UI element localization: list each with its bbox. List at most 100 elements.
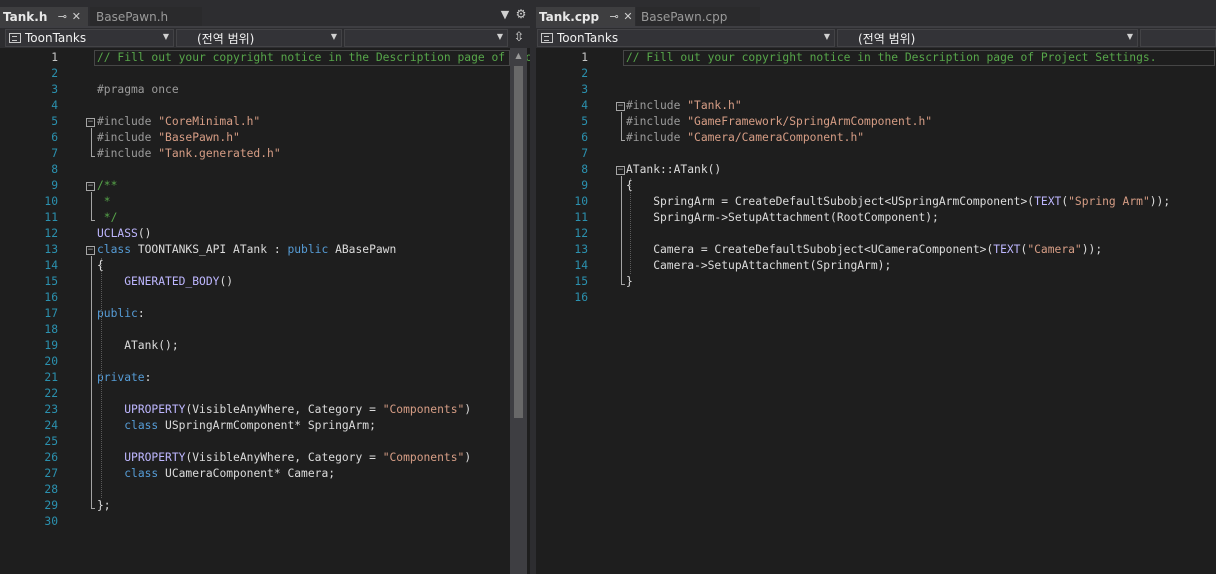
line-number: 9: [51, 179, 58, 192]
line-number: 26: [44, 451, 58, 464]
pin-icon[interactable]: ⊸: [55, 10, 69, 23]
code-token: (VisibleAnyWhere, Category =: [185, 403, 383, 416]
tab-basepawn-h[interactable]: BasePawn.h: [90, 7, 202, 26]
outline-line: [91, 128, 92, 156]
line-number: 30: [44, 515, 58, 528]
collapse-icon[interactable]: −: [86, 246, 95, 255]
code-line: UPROPERTY(VisibleAnyWhere, Category = "C…: [97, 402, 471, 418]
close-icon[interactable]: ✕: [69, 10, 83, 23]
outline-line: [91, 256, 92, 508]
code-token: CreateDefaultSubobject<USpringArmCompone…: [734, 195, 1035, 208]
code-token: *: [97, 195, 111, 208]
project-name: ToonTanks: [25, 31, 87, 45]
tab-tank-cpp[interactable]: Tank.cpp ⊸ ✕: [536, 7, 635, 26]
code-line: /**: [97, 178, 117, 194]
code-token: "Tank.h": [687, 99, 742, 112]
code-token: UCameraComponent* Camera;: [165, 467, 336, 480]
code-token: :: [137, 307, 145, 320]
line-number: 24: [44, 419, 58, 432]
line-number: 14: [574, 259, 588, 272]
right-code-editor[interactable]: 1// Fill out your copyright notice in th…: [536, 48, 1216, 574]
outline-end: [91, 156, 95, 157]
collapse-icon[interactable]: −: [86, 182, 95, 191]
line-number: 14: [44, 259, 58, 272]
chevron-down-icon: ▼: [1126, 32, 1133, 41]
code-token: (VisibleAnyWhere, Category =: [185, 451, 383, 464]
outline-line: [91, 192, 92, 220]
collapse-icon[interactable]: −: [616, 102, 625, 111]
scrollbar-thumb[interactable]: [514, 66, 523, 418]
line-number: 2: [581, 67, 588, 80]
code-line: GENERATED_BODY(): [97, 274, 233, 290]
close-icon[interactable]: ✕: [621, 10, 635, 23]
line-number: 21: [44, 371, 58, 384]
chevron-down-icon: ▼: [823, 32, 830, 41]
line-number: 1: [51, 51, 58, 64]
code-token: ): [464, 451, 472, 464]
tab-basepawn-cpp[interactable]: BasePawn.cpp: [636, 7, 760, 26]
code-token: "Components": [382, 451, 465, 464]
line-number: 6: [581, 131, 588, 144]
line-number: 20: [44, 355, 58, 368]
tab-tank-h[interactable]: Tank.h ⊸ ✕: [0, 7, 88, 26]
code-token: (): [219, 275, 234, 288]
line-number: 7: [51, 147, 58, 160]
project-name: ToonTanks: [557, 31, 619, 45]
outline-end: [91, 220, 95, 221]
outline-end: [91, 508, 95, 509]
code-token: "GameFramework/SpringArmComponent.h": [687, 115, 933, 128]
scroll-up-icon[interactable]: ▲: [510, 48, 527, 64]
left-code-editor[interactable]: 1// Fill out your copyright notice in th…: [0, 48, 530, 574]
code-token: #include: [626, 99, 688, 112]
code-line: class USpringArmComponent* SpringArm;: [97, 418, 376, 434]
gear-icon[interactable]: ⚙: [514, 7, 528, 21]
line-number: 8: [51, 163, 58, 176]
chevron-down-icon: ▼: [330, 32, 337, 41]
code-line: }: [626, 274, 633, 290]
project-dropdown[interactable]: ToonTanks ▼: [5, 29, 174, 47]
collapse-icon[interactable]: −: [616, 166, 625, 175]
scope-label: (전역 범위): [858, 31, 916, 46]
code-line: UCLASS(): [97, 226, 151, 242]
code-token: #include: [626, 115, 688, 128]
line-number: 11: [44, 211, 58, 224]
code-token: };: [97, 499, 111, 512]
code-token: "Tank.generated.h": [158, 147, 281, 160]
code-token: private: [97, 371, 145, 384]
tab-label: Tank.h: [3, 9, 48, 24]
line-number: 6: [51, 131, 58, 144]
code-token: ): [464, 403, 472, 416]
line-number: 25: [44, 435, 58, 448]
chevron-down-icon[interactable]: ▼: [498, 8, 512, 21]
member-dropdown[interactable]: [1140, 29, 1216, 47]
split-editor-icon[interactable]: ⇳: [511, 30, 527, 46]
code-token: public: [287, 243, 336, 256]
project-icon: [9, 33, 21, 43]
member-dropdown[interactable]: ▼: [344, 29, 508, 47]
line-number: 5: [51, 115, 58, 128]
code-token: #include: [97, 147, 159, 160]
line-number: 4: [581, 99, 588, 112]
code-token: public: [97, 307, 138, 320]
tab-label: Tank.cpp: [539, 9, 600, 24]
scope-dropdown[interactable]: (전역 범위) ▼: [837, 29, 1138, 47]
collapse-icon[interactable]: −: [86, 118, 95, 127]
left-vertical-scrollbar[interactable]: ▲: [510, 48, 527, 574]
code-line: private:: [97, 370, 151, 386]
code-token: #include: [97, 131, 159, 144]
code-line: #include "Camera/CameraComponent.h": [626, 130, 864, 146]
line-number: 16: [44, 291, 58, 304]
code-line: #include "GameFramework/SpringArmCompone…: [626, 114, 932, 130]
pin-icon[interactable]: ⊸: [607, 10, 621, 23]
line-number: 4: [51, 99, 58, 112]
line-number: 16: [574, 291, 588, 304]
scope-dropdown[interactable]: (전역 범위) ▼: [176, 29, 342, 47]
code-line: #include "Tank.h": [626, 98, 742, 114]
project-dropdown[interactable]: ToonTanks ▼: [537, 29, 835, 47]
code-token: Camera =: [626, 243, 715, 256]
line-number: 18: [44, 323, 58, 336]
code-token: /**: [97, 179, 118, 192]
code-token: SpringArm->SetupAttachment(RootComponent…: [626, 211, 939, 224]
line-number: 19: [44, 339, 58, 352]
line-number: 28: [44, 483, 58, 496]
